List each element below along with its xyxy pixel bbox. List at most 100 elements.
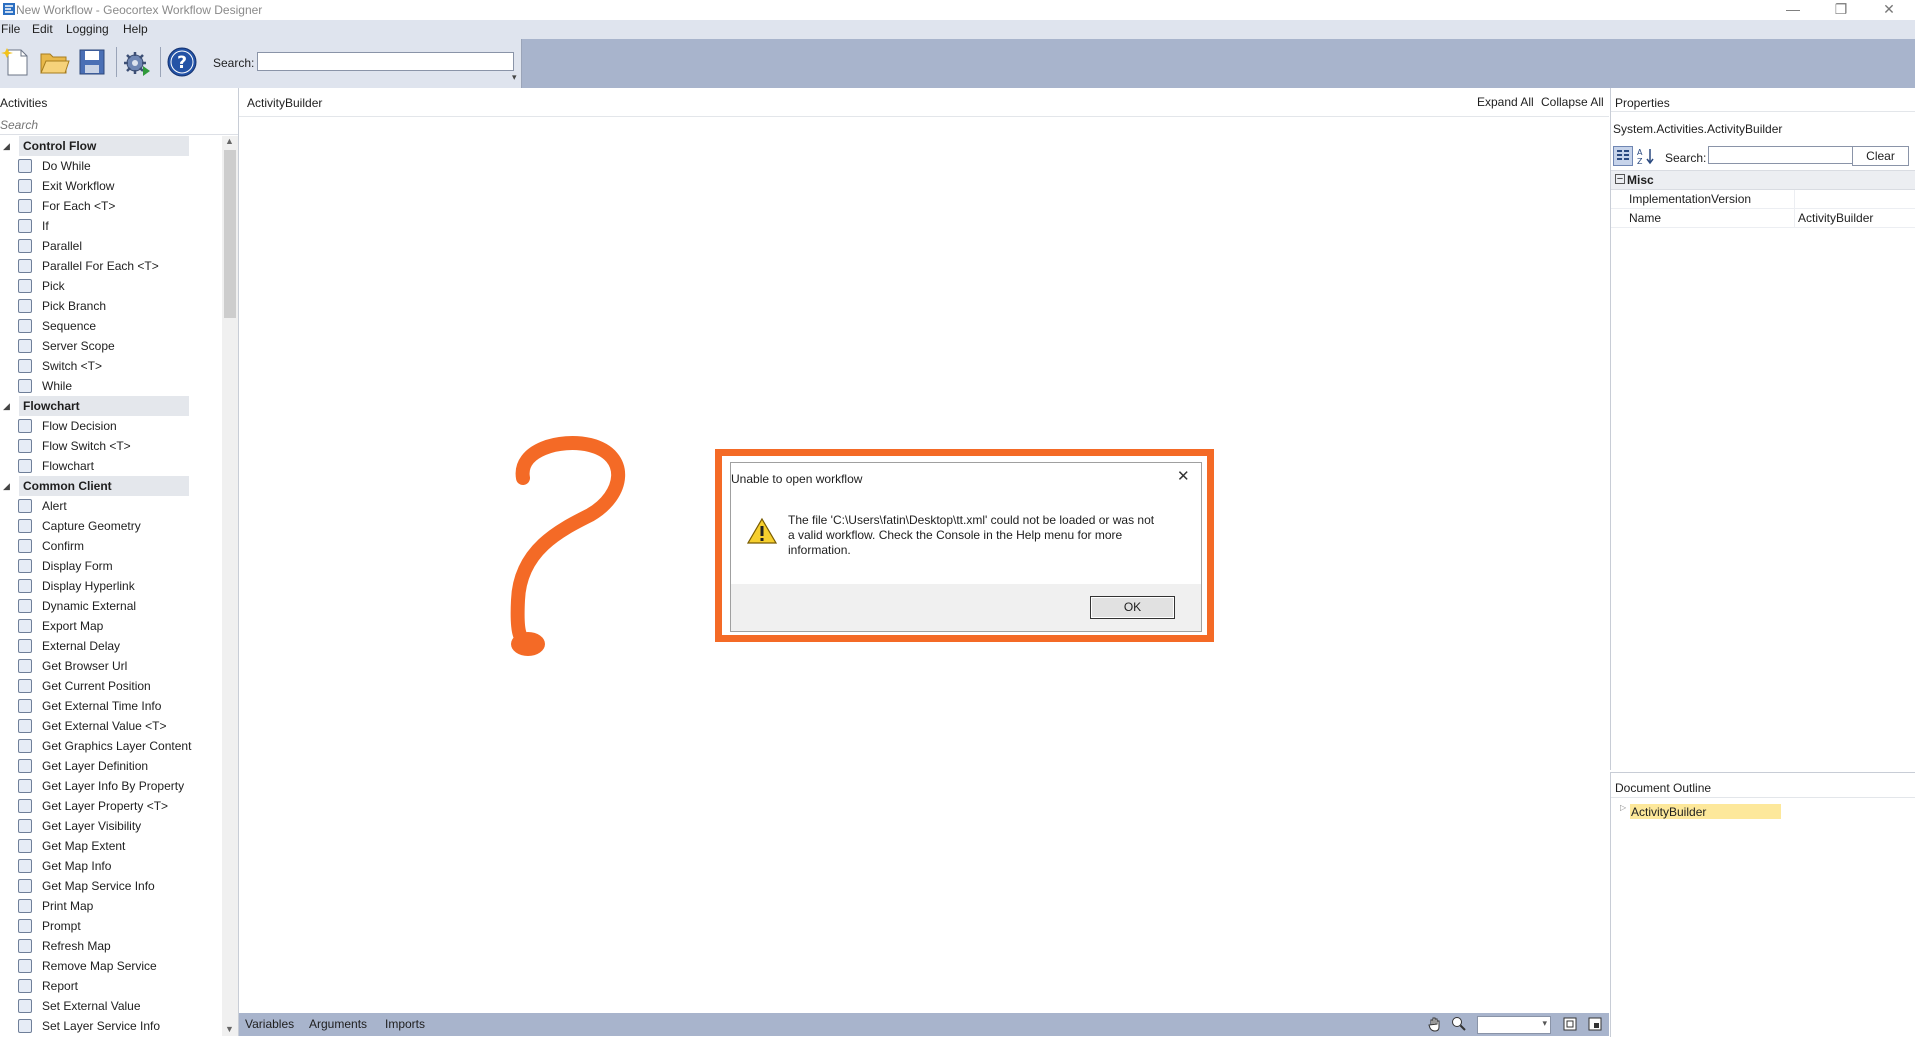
activity-item[interactable]: Get Layer Info By Property: [0, 776, 222, 796]
activity-item[interactable]: Flow Decision: [0, 416, 222, 436]
overview-map-icon[interactable]: [1587, 1016, 1603, 1032]
outline-item-activitybuilder[interactable]: ActivityBuilder: [1630, 804, 1781, 819]
activity-item[interactable]: Pick Branch: [0, 296, 222, 316]
menu-file[interactable]: File: [1, 22, 20, 36]
activities-scrollbar[interactable]: ▲ ▼: [222, 136, 238, 1036]
activity-item[interactable]: Get Current Position: [0, 676, 222, 696]
tab-imports[interactable]: Imports: [385, 1017, 425, 1031]
activity-item[interactable]: Report: [0, 976, 222, 996]
activity-item[interactable]: Remove Map Service: [0, 956, 222, 976]
activity-item[interactable]: Refresh Map: [0, 936, 222, 956]
menu-edit[interactable]: Edit: [32, 22, 53, 36]
collapse-all-link[interactable]: Collapse All: [1541, 95, 1604, 109]
toolbar-overflow-icon[interactable]: ▾: [512, 72, 517, 83]
property-name: ImplementationVersion: [1629, 192, 1752, 206]
activity-item[interactable]: Set Layer Service Info: [0, 1016, 222, 1036]
activity-item[interactable]: Get Map Info: [0, 856, 222, 876]
property-row[interactable]: ImplementationVersion: [1611, 190, 1915, 209]
activity-item[interactable]: Get Layer Definition: [0, 756, 222, 776]
activity-item[interactable]: External Delay: [0, 636, 222, 656]
fit-to-screen-icon[interactable]: [1562, 1016, 1578, 1032]
activity-item[interactable]: Pick: [0, 276, 222, 296]
scroll-up-icon[interactable]: ▲: [225, 136, 234, 146]
activity-item[interactable]: For Each <T>: [0, 196, 222, 216]
activity-icon: [18, 799, 32, 813]
close-window-button[interactable]: ✕: [1867, 0, 1911, 20]
activity-item[interactable]: Server Scope: [0, 336, 222, 356]
collapse-icon[interactable]: −: [1615, 174, 1625, 185]
activity-item[interactable]: Alert: [0, 496, 222, 516]
alphabetical-sort-icon[interactable]: A Z: [1636, 146, 1656, 166]
activity-item[interactable]: Prompt: [0, 916, 222, 936]
activity-label: Get Layer Info By Property: [42, 779, 185, 793]
property-row[interactable]: Name ActivityBuilder: [1611, 209, 1915, 228]
activity-item[interactable]: Parallel For Each <T>: [0, 256, 222, 276]
activities-search-input[interactable]: [0, 116, 238, 135]
activity-item[interactable]: While: [0, 376, 222, 396]
toolbar-search-input[interactable]: [257, 52, 514, 71]
activity-item[interactable]: Get External Value <T>: [0, 716, 222, 736]
zoom-combobox[interactable]: ▾: [1477, 1016, 1551, 1034]
activity-item[interactable]: Display Hyperlink: [0, 576, 222, 596]
menu-logging[interactable]: Logging: [66, 22, 109, 36]
category-header[interactable]: ◢ Control Flow: [3, 136, 189, 156]
tab-arguments[interactable]: Arguments: [309, 1017, 367, 1031]
tab-variables[interactable]: Variables: [245, 1017, 294, 1031]
save-icon[interactable]: [76, 46, 108, 78]
outline-item-label: ActivityBuilder: [1631, 805, 1707, 819]
expand-all-link[interactable]: Expand All: [1477, 95, 1534, 109]
category-header[interactable]: ◢ Common Client: [3, 476, 189, 496]
activity-item[interactable]: Capture Geometry: [0, 516, 222, 536]
activity-icon: [18, 1019, 32, 1033]
expand-arrow-icon[interactable]: ▷: [1620, 803, 1626, 812]
activity-item[interactable]: Export Map: [0, 616, 222, 636]
pan-hand-icon[interactable]: [1427, 1016, 1443, 1032]
restore-button[interactable]: ❐: [1819, 0, 1863, 20]
breadcrumb[interactable]: ActivityBuilder: [247, 96, 322, 110]
activity-item[interactable]: Get Layer Property <T>: [0, 796, 222, 816]
activity-label: For Each <T>: [42, 199, 116, 213]
properties-search-input[interactable]: [1708, 146, 1855, 164]
collapse-arrow-icon[interactable]: ◢: [3, 476, 10, 496]
menu-help[interactable]: Help: [123, 22, 148, 36]
activity-item[interactable]: Confirm: [0, 536, 222, 556]
activity-item[interactable]: Get External Time Info: [0, 696, 222, 716]
scrollbar-thumb[interactable]: [224, 150, 236, 318]
collapse-arrow-icon[interactable]: ◢: [3, 396, 10, 416]
activity-item[interactable]: Get Map Extent: [0, 836, 222, 856]
activity-item[interactable]: Set External Value: [0, 996, 222, 1016]
categorized-view-button[interactable]: [1613, 146, 1633, 166]
activity-label: Parallel: [42, 239, 83, 253]
new-file-icon[interactable]: [1, 46, 33, 78]
misc-category-row[interactable]: − Misc: [1611, 170, 1915, 190]
activity-item[interactable]: Parallel: [0, 236, 222, 256]
minimize-button[interactable]: —: [1771, 0, 1815, 20]
scroll-down-icon[interactable]: ▼: [225, 1024, 234, 1034]
open-folder-icon[interactable]: [38, 46, 70, 78]
property-value[interactable]: ActivityBuilder: [1798, 211, 1873, 225]
activity-item[interactable]: Dynamic External: [0, 596, 222, 616]
ok-button[interactable]: OK: [1090, 596, 1175, 619]
close-icon[interactable]: ✕: [1177, 467, 1190, 485]
activity-item[interactable]: Get Graphics Layer Content: [0, 736, 222, 756]
activity-item[interactable]: Get Map Service Info: [0, 876, 222, 896]
activity-icon: [18, 839, 32, 853]
activity-item[interactable]: Sequence: [0, 316, 222, 336]
help-icon[interactable]: ?: [166, 46, 198, 78]
activity-item[interactable]: Get Layer Visibility: [0, 816, 222, 836]
settings-gear-icon[interactable]: [121, 46, 153, 78]
activity-item[interactable]: Switch <T>: [0, 356, 222, 376]
activity-item[interactable]: Flow Switch <T>: [0, 436, 222, 456]
zoom-icon[interactable]: [1451, 1016, 1467, 1032]
activity-item[interactable]: Flowchart: [0, 456, 222, 476]
activity-item[interactable]: Exit Workflow: [0, 176, 222, 196]
activity-item[interactable]: Do While: [0, 156, 222, 176]
activity-item[interactable]: Display Form: [0, 556, 222, 576]
activity-item[interactable]: If: [0, 216, 222, 236]
category-header[interactable]: ◢ Flowchart: [3, 396, 189, 416]
clear-button[interactable]: Clear: [1852, 146, 1909, 166]
activity-icon: [18, 519, 32, 533]
activity-item[interactable]: Print Map: [0, 896, 222, 916]
activity-item[interactable]: Get Browser Url: [0, 656, 222, 676]
collapse-arrow-icon[interactable]: ◢: [3, 136, 10, 156]
